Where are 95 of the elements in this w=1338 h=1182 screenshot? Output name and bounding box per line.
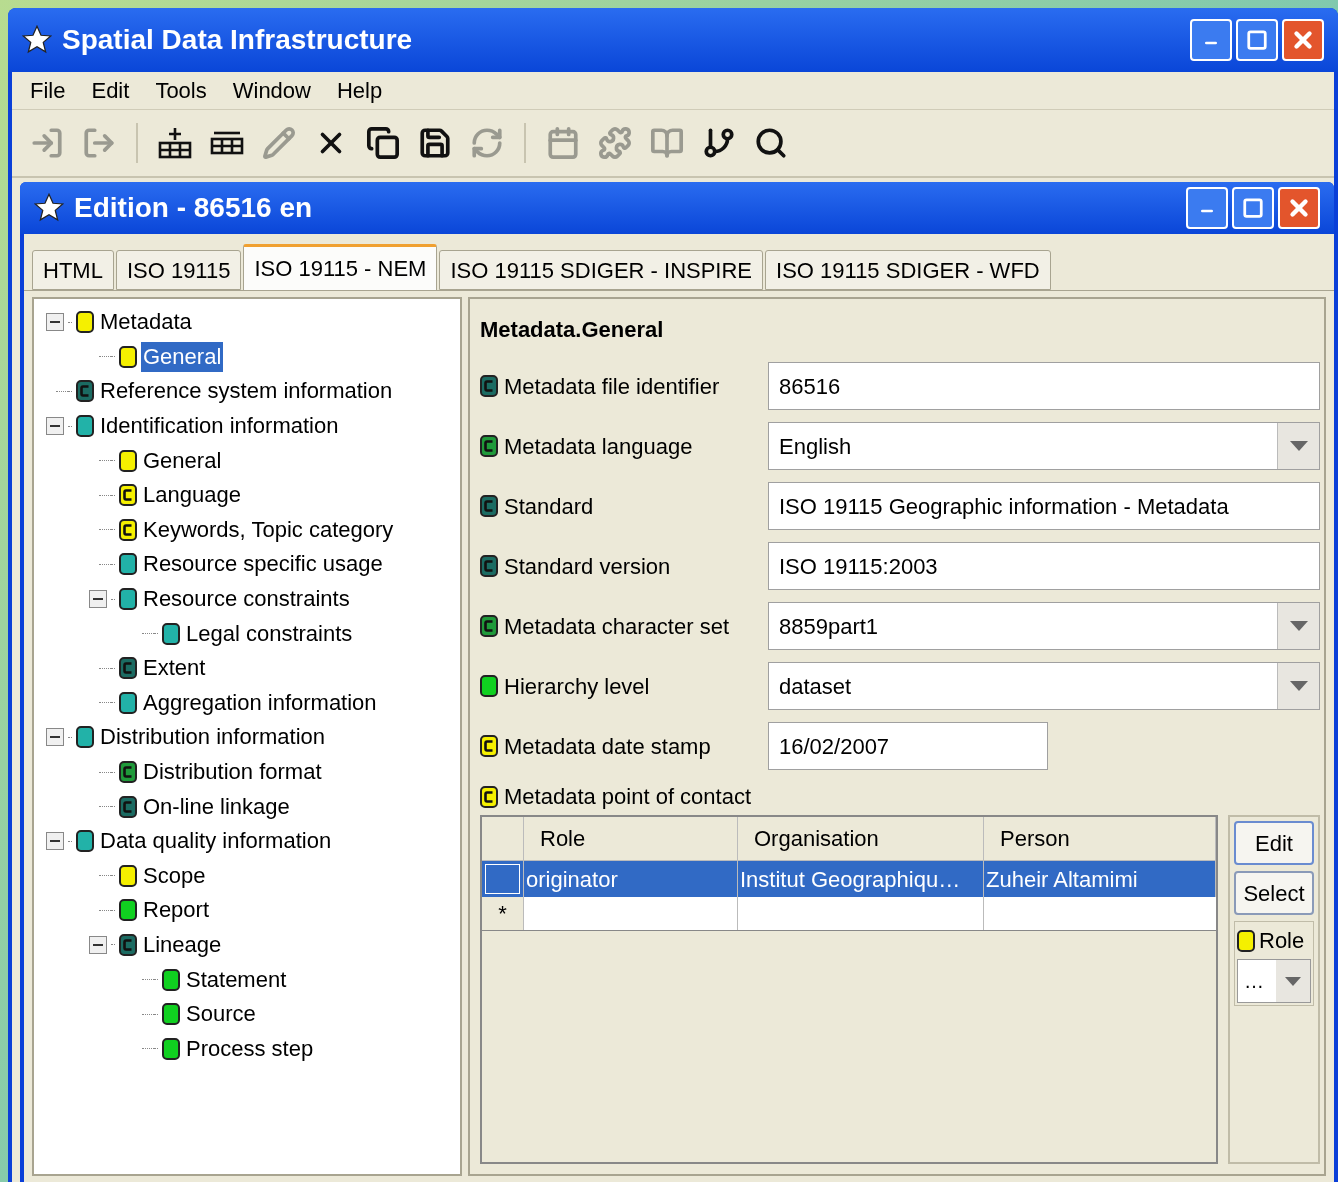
menu-item[interactable]: Help	[337, 74, 383, 107]
tree-item[interactable]: Process step	[184, 1033, 316, 1064]
tree-item[interactable]: General	[141, 341, 224, 372]
copy-icon	[366, 126, 400, 160]
remove-row-icon	[210, 131, 244, 155]
text-field[interactable]: 16/02/2007	[768, 722, 1048, 770]
tree-item[interactable]: Aggregation information	[141, 687, 379, 718]
minus-icon	[50, 425, 60, 428]
save-icon	[418, 126, 452, 160]
tree-item[interactable]: Reference system information	[98, 376, 395, 407]
pencil-icon	[262, 126, 296, 160]
maximize-icon	[1242, 197, 1264, 219]
tree-item[interactable]: Metadata	[98, 307, 194, 338]
text-field[interactable]: ISO 19115 Geographic information - Metadata	[768, 482, 1320, 530]
tab[interactable]: ISO 19115 SDIGER - WFD	[765, 250, 1051, 290]
tree-item[interactable]: Identification information	[98, 411, 341, 442]
role-label: Role	[1259, 927, 1305, 955]
field-label: Standard	[504, 492, 594, 521]
menu-item[interactable]: Tools	[155, 74, 207, 107]
action-button[interactable]: Select	[1234, 871, 1314, 915]
menu-item[interactable]: File	[30, 74, 66, 107]
tree-item[interactable]: Distribution information	[98, 722, 327, 753]
dropdown[interactable]: dataset	[768, 662, 1320, 710]
close-button[interactable]	[1282, 19, 1324, 61]
field-label: Metadata language	[504, 432, 693, 461]
tab[interactable]: ISO 19115	[115, 250, 242, 290]
dropdown-arrow-icon	[1289, 621, 1308, 631]
dropdown[interactable]: 8859part1	[768, 602, 1320, 650]
tree-item[interactable]: Source	[184, 999, 258, 1030]
text-field[interactable]: 86516	[768, 362, 1320, 410]
export-icon	[82, 126, 116, 160]
close-button[interactable]	[1278, 187, 1320, 229]
tree-item[interactable]: Data quality information	[98, 826, 334, 857]
window-title: Spatial Data Infrastructure	[62, 23, 414, 57]
tree-item[interactable]: Language	[141, 480, 243, 511]
table-row[interactable]: originator Institut Geographiqu… Zuheir Altamimi	[482, 861, 1216, 897]
collapse-toggle[interactable]	[46, 313, 64, 332]
minus-icon	[50, 321, 60, 324]
minus-icon	[50, 736, 60, 739]
tree-item[interactable]: Report	[141, 895, 212, 926]
field-label: Standard version	[504, 552, 671, 581]
tree-item[interactable]: Scope	[141, 860, 208, 891]
document-title: Edition - 86516 en	[74, 191, 314, 225]
tree-item[interactable]: Resource constraints	[141, 584, 352, 615]
dropdown-arrow-icon	[1289, 441, 1308, 451]
star-icon	[22, 25, 52, 55]
maximize-button[interactable]	[1232, 187, 1274, 229]
role-dropdown[interactable]: …	[1237, 959, 1311, 1003]
collapse-toggle[interactable]	[46, 832, 64, 851]
dropdown-arrow-icon	[1285, 976, 1301, 986]
field-label: Metadata file identifier	[504, 372, 720, 401]
new-row-marker: *	[482, 897, 524, 930]
calendar-icon	[546, 126, 580, 160]
menu-item[interactable]: Window	[232, 74, 311, 107]
collapse-toggle[interactable]	[89, 936, 107, 954]
tree-item[interactable]: Statement	[184, 964, 289, 995]
search-icon	[754, 126, 788, 160]
text-field[interactable]: ISO 19115:2003	[768, 542, 1320, 590]
tab[interactable]: ISO 19115 - NEM	[243, 244, 438, 290]
minus-icon	[93, 598, 103, 601]
tree-item[interactable]: Legal constraints	[184, 618, 355, 649]
collapse-toggle[interactable]	[89, 590, 107, 609]
minimize-button[interactable]	[1186, 187, 1228, 229]
minimize-button[interactable]	[1190, 19, 1232, 61]
tree-item[interactable]: Lineage	[141, 930, 224, 960]
tab[interactable]: HTML	[32, 250, 114, 290]
maximize-icon	[1246, 29, 1268, 51]
menu-item[interactable]: Edit	[91, 74, 130, 107]
tab[interactable]: ISO 19115 SDIGER - INSPIRE	[439, 250, 764, 290]
star-icon	[34, 193, 64, 223]
tree-item[interactable]: On-line linkage	[141, 791, 292, 822]
branch-icon	[702, 126, 736, 160]
collapse-toggle[interactable]	[46, 417, 64, 436]
tree-item[interactable]: Resource specific usage	[141, 549, 385, 580]
add-row-icon	[158, 127, 192, 159]
dropdown[interactable]: English	[768, 422, 1320, 470]
refresh-icon	[470, 126, 504, 160]
puzzle-icon	[598, 126, 632, 160]
minus-icon	[93, 944, 103, 946]
book-icon	[650, 126, 684, 160]
form-heading: Metadata.General	[480, 316, 665, 344]
maximize-button[interactable]	[1236, 19, 1278, 61]
tree-item[interactable]: General	[141, 445, 224, 476]
minus-icon	[50, 840, 60, 843]
dropdown-arrow-icon	[1289, 681, 1308, 691]
tree-item[interactable]: Extent	[141, 653, 208, 684]
field-label: Hierarchy level	[504, 672, 650, 701]
tree-item[interactable]: Keywords, Topic category	[141, 514, 396, 545]
import-icon	[30, 126, 64, 160]
field-label: Metadata date stamp	[504, 732, 711, 761]
section-label: Metadata point of contact	[504, 783, 752, 811]
tree-item[interactable]: Distribution format	[141, 757, 324, 787]
action-button[interactable]: Edit	[1234, 821, 1314, 865]
collapse-toggle[interactable]	[46, 728, 64, 747]
field-label: Metadata character set	[504, 612, 729, 641]
